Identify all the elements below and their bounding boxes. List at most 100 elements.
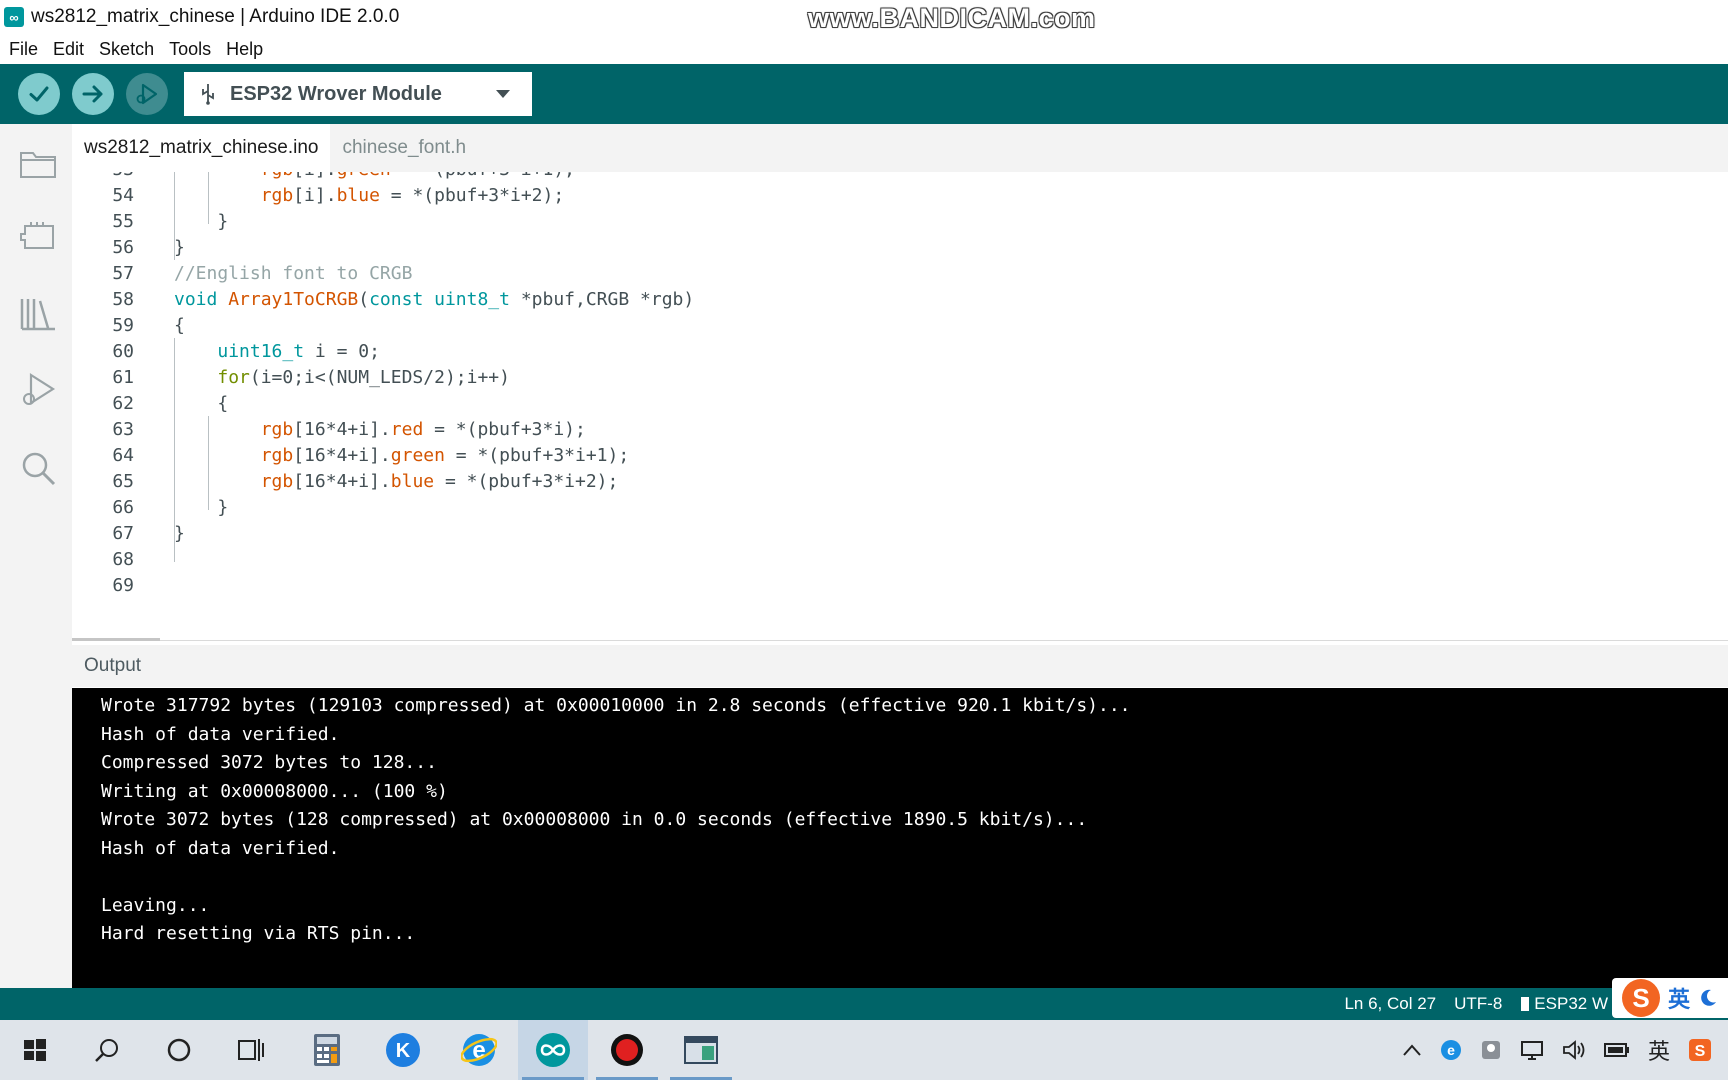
ie-browser-icon[interactable]: e [444, 1020, 514, 1080]
code-editor[interactable]: 53 rgb[i].green = *(pbuf+3*i+1);54 rgb[i… [72, 172, 1728, 640]
svg-text:K: K [396, 1040, 411, 1062]
system-tray: e 英 S [1402, 1020, 1712, 1080]
bandicam-record-icon[interactable] [592, 1020, 662, 1080]
battery-icon[interactable] [1603, 1041, 1630, 1059]
tray-ime-indicator[interactable]: 英 [1648, 1034, 1670, 1066]
search-icon[interactable] [72, 1020, 142, 1080]
line-number: 69 [112, 575, 134, 596]
board-manager-icon[interactable] [18, 216, 58, 256]
code-text: { [174, 393, 229, 414]
menu-help[interactable]: Help [226, 39, 263, 60]
code-line[interactable]: 64 rgb[16*4+i].green = *(pbuf+3*i+1); [72, 442, 1728, 470]
line-number: 57 [112, 263, 134, 284]
ime-mode[interactable]: 英 [1668, 982, 1690, 1014]
status-board[interactable]: ESP32 W [1520, 994, 1608, 1014]
cursor-position[interactable]: Ln 6, Col 27 [1344, 994, 1436, 1014]
editor-tabs: ws2812_matrix_chinese.ino chinese_font.h [72, 124, 1728, 172]
code-line[interactable]: 56} [72, 234, 1728, 262]
output-line: Wrote 317792 bytes (129103 compressed) a… [101, 695, 1131, 716]
indent-guide [208, 172, 209, 224]
upload-icon [82, 85, 103, 103]
output-console[interactable]: Wrote 317792 bytes (129103 compressed) a… [72, 688, 1728, 988]
tab-ws2812-matrix-chinese-ino[interactable]: ws2812_matrix_chinese.ino [72, 124, 331, 172]
sogou-ime-bar[interactable]: S 英 [1611, 978, 1728, 1018]
cortana-icon[interactable] [144, 1020, 214, 1080]
code-line[interactable]: 59 { [72, 312, 1728, 340]
line-number: 66 [112, 497, 134, 518]
code-line[interactable]: 60 uint16_t i = 0; [72, 338, 1728, 366]
library-icon[interactable] [18, 294, 58, 334]
search-icon[interactable] [18, 448, 58, 488]
code-text: { [174, 315, 185, 336]
status-board-label: ESP32 W [1534, 994, 1608, 1013]
menu-file[interactable]: File [9, 39, 38, 60]
moon-icon[interactable] [1698, 988, 1718, 1008]
editor-divider [72, 640, 1728, 641]
output-panel-header: Output [72, 645, 1728, 687]
code-line[interactable]: 61 for(i=0;i<(NUM_LEDS/2);i++) [72, 364, 1728, 392]
output-line: Hard resetting via RTS pin... [101, 923, 416, 944]
menu-sketch[interactable]: Sketch [99, 39, 154, 60]
code-text: } [174, 237, 185, 258]
windows-start-icon[interactable] [0, 1020, 70, 1080]
code-line[interactable]: 66 } [72, 494, 1728, 522]
browser-tray-icon[interactable]: e [1440, 1039, 1462, 1061]
output-line: Wrote 3072 bytes (128 compressed) at 0x0… [101, 809, 1088, 830]
tab-chinese-font-h[interactable]: chinese_font.h [330, 124, 478, 172]
verify-icon [29, 86, 49, 102]
app-window-icon[interactable] [666, 1020, 736, 1080]
code-line[interactable]: 63 rgb[16*4+i].red = *(pbuf+3*i); [72, 416, 1728, 444]
horizontal-scrollbar[interactable] [72, 638, 160, 641]
network-icon[interactable] [1520, 1039, 1544, 1061]
code-text: void Array1ToCRGB(const uint8_t *pbuf,CR… [174, 289, 695, 310]
code-line[interactable]: 68 [72, 546, 1728, 574]
line-number: 63 [112, 419, 134, 440]
upload-button[interactable] [72, 73, 114, 115]
line-number: 55 [112, 211, 134, 232]
calculator-icon[interactable] [292, 1020, 362, 1080]
indent-guide [174, 338, 175, 562]
left-sidebar [0, 124, 72, 990]
kuaizip-icon[interactable]: K [368, 1020, 438, 1080]
line-number: 68 [112, 549, 134, 570]
sogou-logo-icon: S [1621, 979, 1660, 1017]
task-view-icon[interactable] [216, 1020, 286, 1080]
board-name: ESP32 Wrover Module [230, 82, 442, 105]
menu-tools[interactable]: Tools [169, 39, 211, 60]
debug-button[interactable] [126, 73, 168, 115]
debug-icon[interactable] [18, 370, 58, 410]
verify-button[interactable] [18, 73, 60, 115]
output-title: Output [84, 655, 142, 676]
output-line: Writing at 0x00008000... (100 %) [101, 780, 448, 802]
user-tray-icon[interactable] [1480, 1039, 1502, 1061]
file-encoding[interactable]: UTF-8 [1454, 994, 1502, 1014]
line-number: 64 [112, 445, 134, 466]
sogou-tray-icon[interactable]: S [1688, 1038, 1712, 1062]
arduino-icon[interactable] [518, 1020, 588, 1080]
arduino-app-icon: ∞ [4, 7, 24, 27]
code-text: rgb[i].blue = *(pbuf+3*i+2); [260, 185, 565, 206]
line-number: 58 [112, 289, 134, 310]
code-line[interactable]: 55 } [72, 208, 1728, 236]
code-line[interactable]: 57 //English font to CRGB [72, 260, 1728, 288]
code-text: } [174, 523, 185, 544]
output-line: Hash of data verified. [101, 837, 340, 859]
code-line[interactable]: 69 [72, 572, 1728, 600]
chevron-up-icon[interactable] [1402, 1043, 1422, 1057]
volume-icon[interactable] [1562, 1039, 1586, 1061]
line-number: 67 [112, 523, 134, 544]
folder-icon[interactable] [18, 144, 58, 184]
code-line[interactable]: 58 void Array1ToCRGB(const uint8_t *pbuf,… [72, 286, 1728, 314]
output-line: Hash of data verified. [101, 723, 340, 745]
indent-guide [174, 172, 175, 260]
menu-bar: File Edit Sketch Tools Help [0, 34, 1728, 64]
menu-edit[interactable]: Edit [53, 39, 84, 60]
code-line[interactable]: 54 rgb[i].blue = *(pbuf+3*i+2); [72, 182, 1728, 210]
code-text: } [174, 497, 229, 518]
line-number: 62 [112, 393, 134, 414]
code-line[interactable]: 65 rgb[16*4+i].blue = *(pbuf+3*i+2); [72, 468, 1728, 496]
code-line[interactable]: 67} [72, 520, 1728, 548]
code-line[interactable]: 62 { [72, 390, 1728, 418]
board-selector[interactable]: ESP32 Wrover Module [184, 72, 532, 116]
